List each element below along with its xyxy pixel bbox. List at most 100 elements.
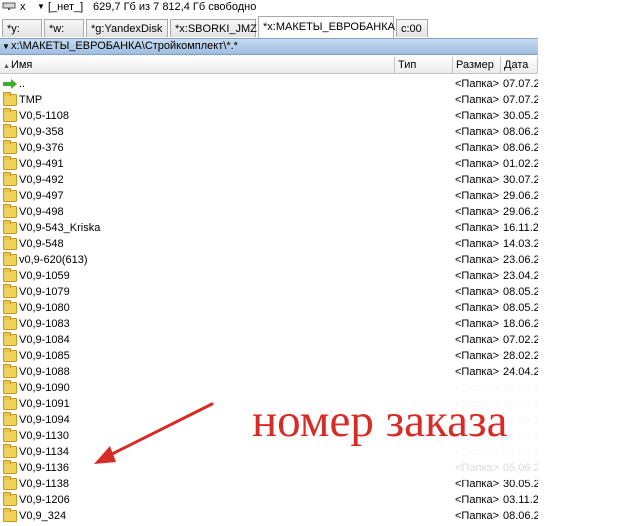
row-date: 08.05.2 [503, 302, 538, 314]
row-name: V0,5-1108 [19, 110, 69, 122]
row-name: V0,9-548 [19, 238, 64, 250]
column-date-label: Дата [504, 59, 529, 71]
table-row[interactable]: V0,9-1206 <Папка> 03.11.2 [0, 492, 538, 508]
row-date: 01.02.2 [503, 158, 538, 170]
row-size: <Папка> [455, 158, 499, 170]
free-space-text: 629,7 Гб из 7 812,4 Гб свободно [93, 1, 257, 13]
row-name: V0,9-491 [19, 158, 64, 170]
row-size: <Папка> [455, 366, 499, 378]
row-date: 08.06.2 [503, 126, 538, 138]
row-name: V0,9-1079 [19, 286, 70, 298]
column-name[interactable]: ▲Имя [0, 57, 395, 73]
row-name: V0,9-358 [19, 126, 64, 138]
table-row[interactable]: V0,9-497 <Папка> 29.06.2 [0, 188, 538, 204]
tab-maketi-evrobanka[interactable]: *x:МАКЕТЫ_ЕВРОБАНКА [258, 16, 395, 38]
row-date: 29.06.2 [503, 206, 538, 218]
row-size: <Папка> [455, 270, 499, 282]
row-name: V0,9-376 [19, 142, 64, 154]
table-row[interactable]: V0,9-376 <Папка> 08.06.2 [0, 140, 538, 156]
row-date: 07.07.2 [503, 94, 538, 106]
column-date[interactable]: Дата [501, 57, 538, 73]
drive-label: [_нет_] [48, 1, 84, 13]
table-row[interactable]: V0,9-358 <Папка> 08.06.2 [0, 124, 538, 140]
row-date: 23.04.2 [503, 270, 538, 282]
tab-y[interactable]: *y: [2, 19, 42, 37]
folder-icon [3, 268, 17, 282]
table-row[interactable]: V0,9-1080 <Папка> 08.05.2 [0, 300, 538, 316]
column-size-label: Размер [456, 59, 494, 71]
column-size[interactable]: Размер [453, 57, 501, 73]
row-size: <Папка> [455, 318, 499, 330]
row-date: 28.02.2 [503, 350, 538, 362]
row-size: <Папка> [455, 206, 499, 218]
folder-icon [3, 140, 17, 154]
table-row[interactable]: V0,9-1084 <Папка> 07.02.2 [0, 332, 538, 348]
table-row[interactable]: V0,9-1083 <Папка> 18.06.2 [0, 316, 538, 332]
table-row[interactable]: V0,9-491 <Папка> 01.02.2 [0, 156, 538, 172]
row-size: <Папка> [455, 94, 499, 106]
folder-icon [3, 188, 17, 202]
parent-dir-row[interactable]: .. <Папка> 07.07.2 [0, 76, 538, 92]
folder-icon [3, 476, 17, 490]
path-bar[interactable]: ▼ x:\МАКЕТЫ_ЕВРОБАНКА\Стройкомплект\*.* [0, 38, 538, 55]
tab-yandexdisk[interactable]: *g:YandexDisk [86, 19, 168, 37]
folder-icon [3, 172, 17, 186]
row-date: 29.06.2 [503, 190, 538, 202]
table-row[interactable]: TMP <Папка> 07.07.2 [0, 92, 538, 108]
folder-icon [3, 460, 17, 474]
table-row[interactable]: V0,9-1085 <Папка> 28.02.2 [0, 348, 538, 364]
table-row[interactable]: V0,9-1088 <Папка> 24.04.2 [0, 364, 538, 380]
table-row[interactable]: V0,9-492 <Папка> 30.07.2 [0, 172, 538, 188]
folder-icon [3, 364, 17, 378]
row-name: TMP [19, 94, 43, 106]
row-name: V0,9-1085 [19, 350, 70, 362]
row-size: <Папка> [455, 190, 499, 202]
empty-area [538, 0, 622, 526]
column-type-label: Тип [398, 59, 417, 71]
row-name: v0,9-620(613) [19, 254, 88, 266]
row-date: 08.06.2 [503, 142, 538, 154]
table-row[interactable]: V0,9-548 <Папка> 14.03.2 [0, 236, 538, 252]
row-name: V0,9-1138 [19, 478, 69, 490]
chevron-down-icon[interactable]: ▼ [37, 0, 45, 14]
row-size: <Папка> [455, 254, 499, 266]
row-size: <Папка> [455, 286, 499, 298]
row-name: V0,9_324 [19, 510, 67, 522]
tab-w[interactable]: *w: [44, 19, 84, 37]
table-row[interactable]: v0,9-620(613) <Папка> 23.06.2 [0, 252, 538, 268]
column-type[interactable]: Тип [395, 57, 453, 73]
folder-icon [3, 92, 17, 106]
row-size: <Папка> [455, 142, 499, 154]
table-row[interactable]: V0,9_324 <Папка> 08.06.2 [0, 508, 538, 524]
row-size: <Папка> [455, 350, 499, 362]
folder-icon [3, 428, 17, 442]
folder-icon [3, 348, 17, 362]
table-row[interactable]: V0,9-498 <Папка> 29.06.2 [0, 204, 538, 220]
table-row[interactable]: V0,9-1079 <Папка> 08.05.2 [0, 284, 538, 300]
row-date: 24.04.2 [503, 366, 538, 378]
row-date: 07.07.2 [503, 78, 538, 90]
row-name: V0,9-1094 [19, 414, 70, 426]
row-name: V0,9-1083 [19, 318, 70, 330]
folder-icon [3, 332, 17, 346]
row-name: V0,9-498 [19, 206, 64, 218]
chevron-down-icon[interactable]: ▼ [2, 39, 10, 54]
row-size: <Папка> [455, 78, 499, 90]
table-row[interactable]: V0,9-1059 <Папка> 23.04.2 [0, 268, 538, 284]
tab-sborki-jmz[interactable]: *x:SBORKI_JMZ [170, 19, 257, 37]
row-name: V0,9-1134 [19, 446, 69, 458]
row-name: V0,9-1091 [19, 398, 70, 410]
folder-icon [3, 284, 17, 298]
folder-icon [3, 108, 17, 122]
row-name: .. [19, 78, 26, 90]
row-date: 14.03.2 [503, 238, 538, 250]
row-name: V0,9-492 [19, 174, 64, 186]
table-row[interactable]: V0,5-1108 <Папка> 30.05.2 [0, 108, 538, 124]
folder-icon [3, 220, 17, 234]
row-date: 18.06.2 [503, 318, 538, 330]
folder-icon [3, 156, 17, 170]
drive-letter-dropdown[interactable]: x [20, 0, 26, 14]
row-date: 03.11.2 [503, 494, 538, 506]
tab-c00[interactable]: c:00 [396, 19, 428, 37]
table-row[interactable]: V0,9-543_Kriska <Папка> 16.11.2 [0, 220, 538, 236]
